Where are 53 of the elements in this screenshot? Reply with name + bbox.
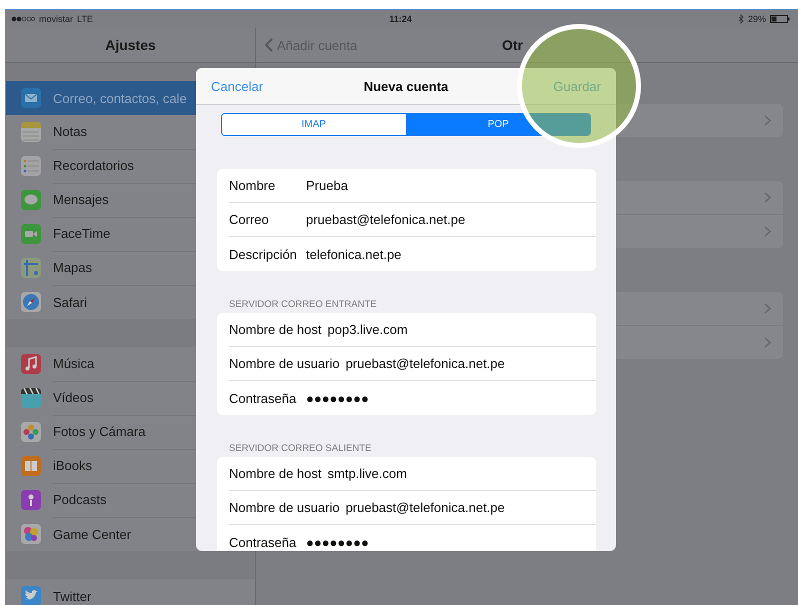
- chevron-right-icon: [764, 115, 771, 126]
- pane-title: Otr: [502, 37, 523, 53]
- field-value[interactable]: pruebast@telefonica.net.pe: [346, 356, 505, 371]
- bird-icon: [21, 586, 41, 605]
- field-label: Nombre de host: [229, 466, 322, 481]
- chevron-right-icon: [764, 226, 771, 237]
- signal-icon: [11, 16, 35, 22]
- chevron-left-icon: [265, 38, 273, 52]
- field-value[interactable]: ●●●●●●●●: [306, 390, 369, 406]
- microphone-icon: [21, 490, 41, 510]
- field-value[interactable]: Prueba: [306, 178, 348, 193]
- segment-tab[interactable]: IMAP: [222, 114, 406, 135]
- book-icon: [21, 456, 41, 476]
- clapperboard-icon: [21, 388, 41, 408]
- network-type: LTE: [77, 14, 93, 24]
- chevron-right-icon: [764, 192, 771, 203]
- segment-tab[interactable]: POP: [406, 114, 590, 135]
- field-value[interactable]: pruebast@telefonica.net.pe: [346, 500, 505, 515]
- map-icon: [21, 258, 41, 278]
- dialog-title: Nueva cuenta: [364, 78, 448, 94]
- speech-bubble-icon: [21, 190, 41, 210]
- battery-icon: [770, 15, 790, 23]
- field-label: Contraseña: [229, 534, 298, 550]
- chevron-right-icon: [764, 337, 771, 348]
- carrier-name: movistar: [39, 14, 74, 24]
- status-time: 11:24: [389, 14, 412, 24]
- field-value[interactable]: ●●●●●●●●: [306, 534, 369, 550]
- notepad-icon: [21, 122, 41, 142]
- sidebar-title: Ajustes: [105, 37, 156, 53]
- field-label: Correo: [229, 212, 270, 227]
- field-value[interactable]: pruebast@telefonica.net.pe: [306, 212, 466, 227]
- compass-icon: [21, 292, 41, 312]
- field-value[interactable]: pop3.live.com: [328, 322, 408, 337]
- field-value[interactable]: smtp.live.com: [328, 466, 407, 481]
- chevron-right-icon: [764, 303, 771, 314]
- section-header: SERVIDOR CORREO SALIENTE: [229, 443, 372, 455]
- section-header: SERVIDOR CORREO ENTRANTE: [229, 299, 378, 311]
- field-label: Nombre de usuario: [229, 500, 340, 515]
- field-value[interactable]: telefonica.net.pe: [306, 246, 402, 262]
- bluetooth-icon: [738, 14, 744, 24]
- field-label: Nombre: [229, 178, 276, 193]
- flower-icon: [21, 422, 41, 442]
- field-label: Nombre de host: [229, 322, 322, 337]
- list-icon: [21, 156, 41, 176]
- bubbles-icon: [21, 524, 41, 544]
- envelope-icon: [21, 88, 41, 108]
- settings-item[interactable]: Twitter: [6, 579, 255, 605]
- field-label: Contraseña: [229, 390, 298, 406]
- battery-percent: 29%: [748, 14, 766, 24]
- music-note-icon: [21, 354, 41, 374]
- field-label: Descripción: [229, 246, 298, 262]
- field-label: Nombre de usuario: [229, 356, 340, 371]
- video-camera-icon: [21, 224, 41, 244]
